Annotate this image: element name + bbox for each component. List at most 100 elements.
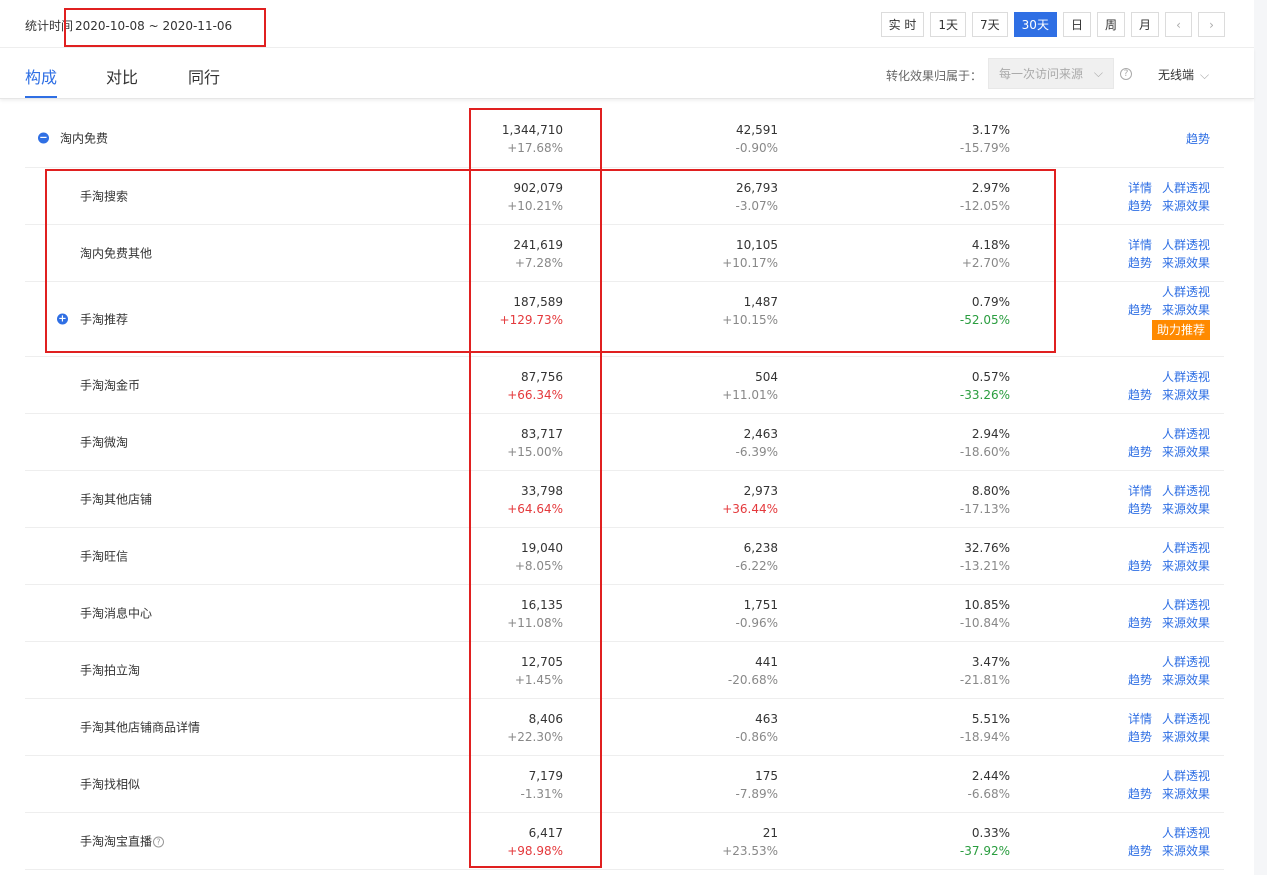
range-button-month[interactable]: 月: [1130, 12, 1159, 37]
buyers-value: 21: [762, 825, 778, 840]
help-icon[interactable]: ?: [153, 836, 165, 848]
action-link[interactable]: 趋势: [1128, 614, 1152, 632]
action-link[interactable]: 人群透视: [1162, 283, 1210, 301]
action-link[interactable]: 人群透视: [1162, 653, 1210, 671]
source-name-text: 手淘拍立淘: [80, 663, 141, 678]
action-link[interactable]: 趋势: [1128, 785, 1152, 803]
visitors-change: +129.73%: [499, 313, 563, 327]
conversion-cell: 3.17% -15.79%: [850, 121, 1010, 157]
action-link[interactable]: 来源效果: [1162, 557, 1210, 575]
action-line: 趋势 来源效果: [1085, 671, 1210, 689]
action-line: 趋势 来源效果: [1085, 728, 1210, 746]
expand-icon[interactable]: +: [57, 313, 68, 325]
help-icon[interactable]: ?: [1120, 68, 1132, 80]
action-link[interactable]: 趋势: [1128, 443, 1152, 461]
action-link[interactable]: 详情: [1128, 236, 1152, 254]
conversion-value: 0.79%: [971, 295, 1010, 309]
source-name-text: 手淘其他店铺: [80, 492, 153, 507]
action-link[interactable]: 来源效果: [1162, 671, 1210, 689]
range-button-1day[interactable]: 1天: [930, 12, 967, 37]
source-name-text: 手淘搜索: [80, 189, 129, 204]
device-select[interactable]: 无线端 ⌵: [1158, 66, 1209, 83]
range-button-group: 实 时 1天 7天 30天 日 周 月 ‹ ›: [875, 12, 1225, 37]
collapse-icon[interactable]: −: [38, 132, 49, 144]
tab-composition[interactable]: 构成: [25, 64, 57, 88]
buyers-change: -3.07%: [735, 198, 778, 213]
row-actions: 详情人群透视趋势来源效果: [1085, 710, 1210, 746]
range-button-realtime[interactable]: 实 时: [880, 12, 925, 37]
row-actions: 详情人群透视趋势来源效果: [1085, 179, 1210, 215]
action-link[interactable]: 趋势: [1128, 728, 1152, 746]
action-link[interactable]: 趋势: [1128, 254, 1152, 272]
conversion-change: -18.60%: [959, 444, 1010, 459]
action-link[interactable]: 来源效果: [1162, 443, 1210, 461]
action-link[interactable]: 来源效果: [1162, 301, 1210, 319]
action-link[interactable]: 详情: [1128, 179, 1152, 197]
action-link[interactable]: 趋势: [1128, 671, 1152, 689]
action-link[interactable]: 趋势: [1128, 301, 1152, 319]
action-link[interactable]: 来源效果: [1162, 254, 1210, 272]
buyers-cell: 1,751 -0.96%: [618, 596, 778, 632]
action-link[interactable]: 人群透视: [1162, 596, 1210, 614]
visitors-value: 19,040: [521, 540, 563, 555]
action-link[interactable]: 人群透视: [1162, 539, 1210, 557]
range-button-week[interactable]: 周: [1096, 12, 1125, 37]
buyers-change: +10.15%: [722, 313, 778, 327]
conversion-value: 10.85%: [964, 597, 1010, 612]
action-link[interactable]: 来源效果: [1162, 386, 1210, 404]
range-button-day[interactable]: 日: [1062, 12, 1091, 37]
action-link[interactable]: 人群透视: [1162, 482, 1210, 500]
action-link[interactable]: 人群透视: [1162, 179, 1210, 197]
next-period-button[interactable]: ›: [1198, 12, 1225, 37]
action-link[interactable]: 趋势: [1186, 130, 1210, 148]
range-button-7day[interactable]: 7天: [972, 12, 1008, 37]
action-link[interactable]: 趋势: [1128, 197, 1152, 215]
source-name-text: 手淘找相似: [80, 777, 141, 792]
action-link[interactable]: 来源效果: [1162, 197, 1210, 215]
action-link[interactable]: 人群透视: [1162, 767, 1210, 785]
row-actions: 详情人群透视趋势来源效果: [1085, 596, 1210, 632]
action-link[interactable]: 趋势: [1128, 500, 1152, 518]
action-link[interactable]: 趋势: [1128, 386, 1152, 404]
action-line: 趋势 来源效果: [1085, 557, 1210, 575]
action-line: 趋势 来源效果: [1085, 301, 1210, 319]
action-link[interactable]: 详情: [1128, 710, 1152, 728]
prev-period-button[interactable]: ‹: [1165, 12, 1192, 37]
action-link[interactable]: 来源效果: [1162, 842, 1210, 860]
tab-compare[interactable]: 对比: [106, 64, 138, 88]
action-link[interactable]: 详情: [1128, 482, 1152, 500]
table-row: 手淘其他店铺商品详情 8,406 +22.30% 463 -0.86% 5.51% -18.…: [25, 699, 1224, 756]
visitors-value: 33,798: [521, 483, 563, 498]
buyers-cell: 2,463 -6.39%: [618, 425, 778, 461]
tab-peers[interactable]: 同行: [188, 64, 220, 88]
visitors-change: +66.34%: [507, 387, 563, 402]
row-actions: 详情人群透视趋势来源效果: [1085, 368, 1210, 404]
chevron-right-icon: ›: [1209, 17, 1214, 32]
action-link[interactable]: 趋势: [1128, 557, 1152, 575]
action-link[interactable]: 人群透视: [1162, 710, 1210, 728]
action-line: 趋势 来源效果: [1085, 842, 1210, 860]
action-link[interactable]: 人群透视: [1162, 236, 1210, 254]
buyers-cell: 504 +11.01%: [618, 368, 778, 404]
visitors-change: +64.64%: [507, 501, 563, 516]
conversion-change: +2.70%: [961, 255, 1010, 270]
action-link[interactable]: 来源效果: [1162, 500, 1210, 518]
conversion-change: -21.81%: [959, 672, 1010, 687]
action-link[interactable]: 人群透视: [1162, 425, 1210, 443]
buyers-cell: 26,793 -3.07%: [618, 179, 778, 215]
visitors-cell: 33,798 +64.64%: [403, 482, 563, 518]
action-link[interactable]: 来源效果: [1162, 614, 1210, 632]
action-link[interactable]: 来源效果: [1162, 728, 1210, 746]
conversion-cell: 8.80% -17.13%: [850, 482, 1010, 518]
boost-recommend-button[interactable]: 助力推荐: [1151, 320, 1210, 340]
visitors-cell: 16,135 +11.08%: [403, 596, 563, 632]
action-link[interactable]: 来源效果: [1162, 785, 1210, 803]
attribution-select[interactable]: 每一次访问来源 ⌵: [988, 58, 1114, 89]
action-link[interactable]: 趋势: [1128, 842, 1152, 860]
range-button-30day[interactable]: 30天: [1013, 12, 1057, 37]
chevron-down-icon: ⌵: [1093, 66, 1103, 80]
action-link[interactable]: 人群透视: [1162, 368, 1210, 386]
action-link[interactable]: 人群透视: [1162, 824, 1210, 842]
visitors-cell: 19,040 +8.05%: [403, 539, 563, 575]
table-row: 手淘其他店铺 33,798 +64.64% 2,973 +36.44% 8.80% -17.…: [25, 471, 1224, 528]
